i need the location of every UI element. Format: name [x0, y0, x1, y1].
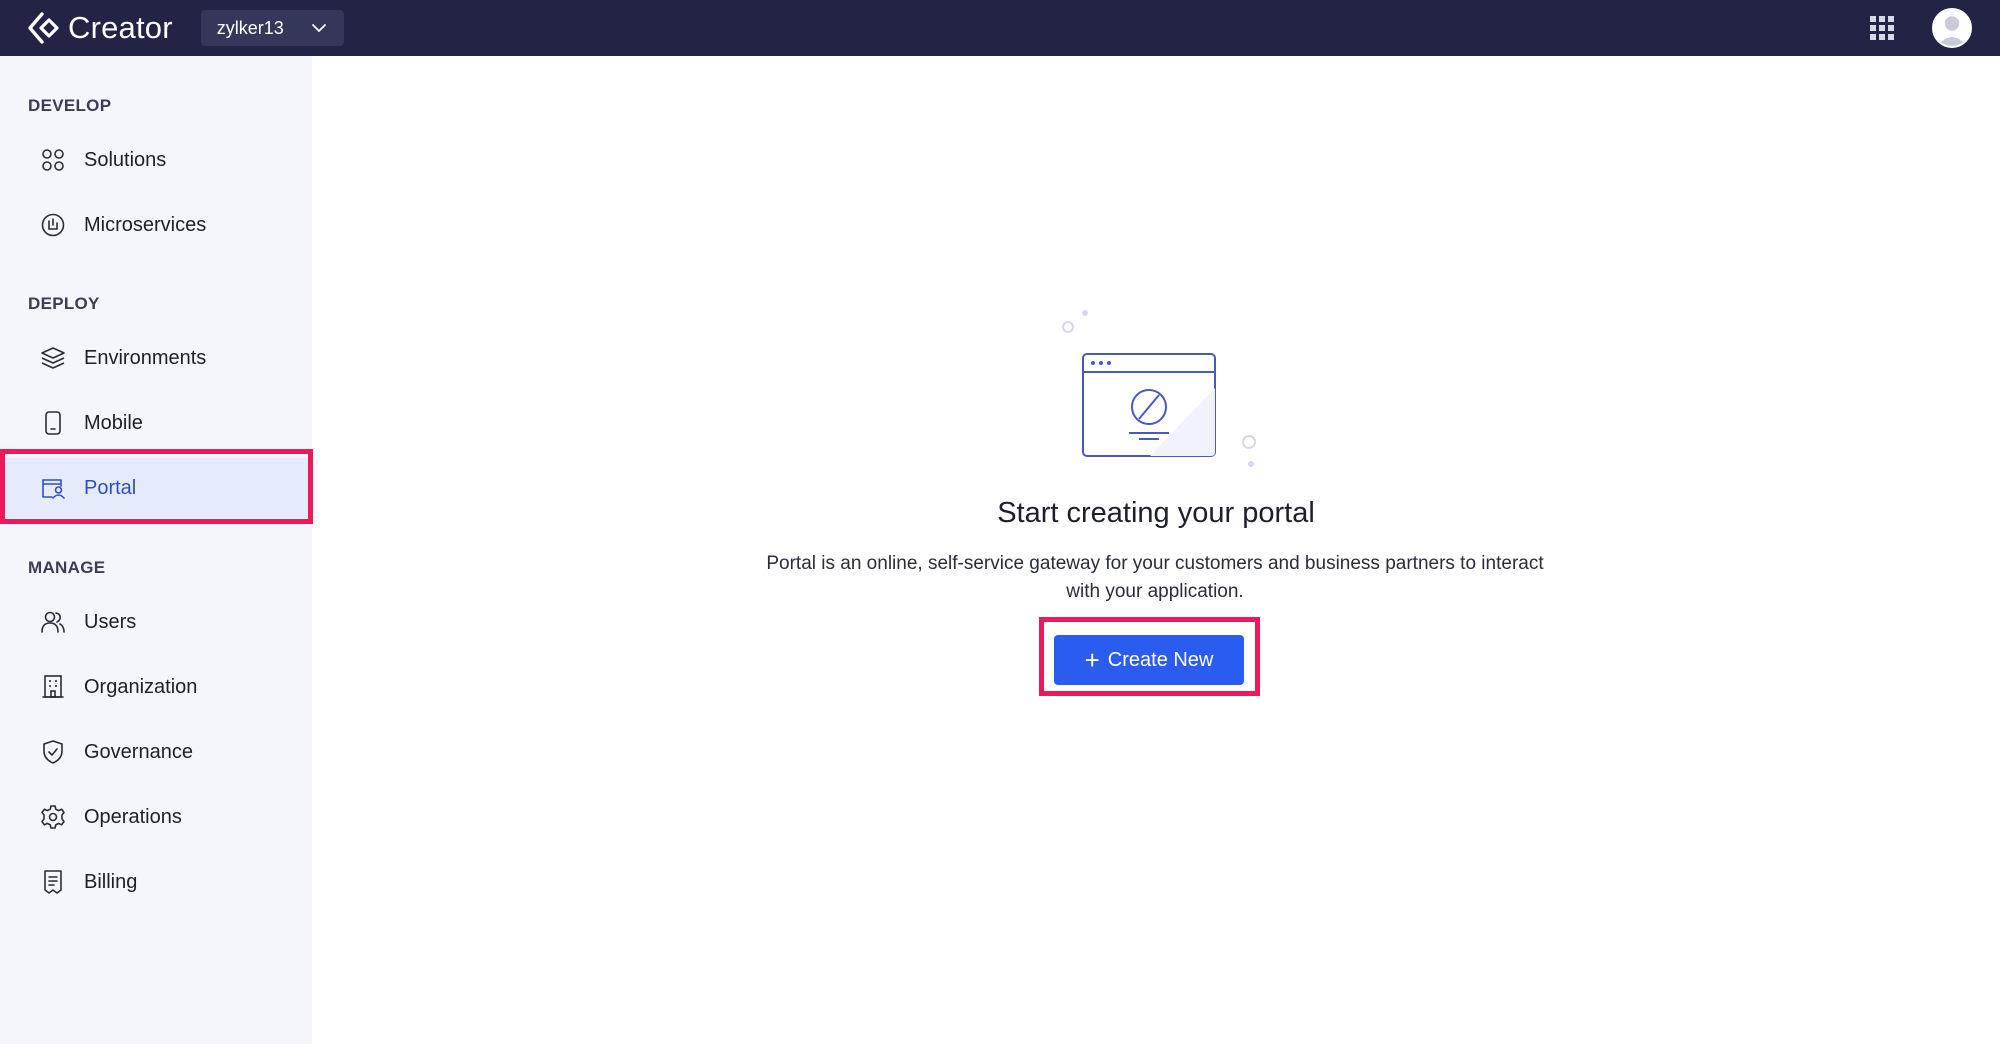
- section-title-develop: DEVELOP: [28, 96, 112, 115]
- sidebar-item-billing[interactable]: Billing: [0, 852, 312, 912]
- mobile-icon: [40, 410, 66, 436]
- users-icon: [40, 609, 66, 635]
- brand[interactable]: Creator: [26, 0, 173, 56]
- sidebar-item-label: Mobile: [84, 411, 143, 434]
- workspace-name: zylker13: [216, 17, 284, 38]
- sidebar-item-governance[interactable]: Governance: [0, 722, 312, 782]
- shield-icon: [40, 739, 66, 765]
- apps-grid-icon[interactable]: [1870, 16, 1894, 40]
- sidebar-item-label: Environments: [84, 346, 207, 369]
- layers-icon: [40, 345, 66, 371]
- plus-icon: +: [1084, 645, 1100, 675]
- sidebar-item-microservices[interactable]: Microservices: [0, 195, 312, 255]
- create-new-button[interactable]: + Create New: [1054, 635, 1244, 685]
- chevron-down-icon: [311, 24, 326, 32]
- sidebar-item-label: Microservices: [84, 213, 207, 236]
- sidebar-item-environments[interactable]: Environments: [0, 328, 312, 388]
- sidebar-item-operations[interactable]: Operations: [0, 787, 312, 847]
- sidebar: DEVELOP Solutions Microservices DEPLOY E…: [0, 56, 312, 1044]
- workspace-selector[interactable]: zylker13: [200, 10, 344, 46]
- building-icon: [40, 674, 66, 700]
- create-new-label: Create New: [1107, 648, 1214, 671]
- user-avatar-icon[interactable]: [1932, 8, 1972, 48]
- sidebar-item-label: Organization: [84, 675, 198, 698]
- sidebar-item-label: Users: [84, 610, 137, 633]
- empty-state-heading: Start creating your portal: [997, 497, 1315, 529]
- empty-portal-illustration: [1060, 306, 1260, 476]
- sidebar-item-label: Operations: [84, 805, 182, 828]
- sidebar-item-label: Billing: [84, 870, 138, 893]
- sidebar-item-label: Governance: [84, 740, 193, 763]
- sidebar-item-organization[interactable]: Organization: [0, 657, 312, 717]
- sidebar-item-label: Solutions: [84, 148, 167, 171]
- creator-logo-icon: [28, 12, 59, 44]
- sidebar-item-solutions[interactable]: Solutions: [0, 130, 312, 190]
- active-indicator: [0, 482, 4, 494]
- top-bar: Creator zylker13: [0, 0, 2000, 56]
- receipt-icon: [40, 869, 66, 895]
- microservices-icon: [40, 212, 66, 238]
- sidebar-item-mobile[interactable]: Mobile: [0, 393, 312, 453]
- empty-state-description: Portal is an online, self-service gatewa…: [766, 553, 1544, 602]
- gear-icon: [40, 804, 66, 830]
- section-title-deploy: DEPLOY: [28, 294, 100, 313]
- section-title-manage: MANAGE: [28, 558, 106, 577]
- solutions-icon: [40, 147, 66, 173]
- brand-name: Creator: [68, 10, 173, 45]
- sidebar-item-users[interactable]: Users: [0, 592, 312, 652]
